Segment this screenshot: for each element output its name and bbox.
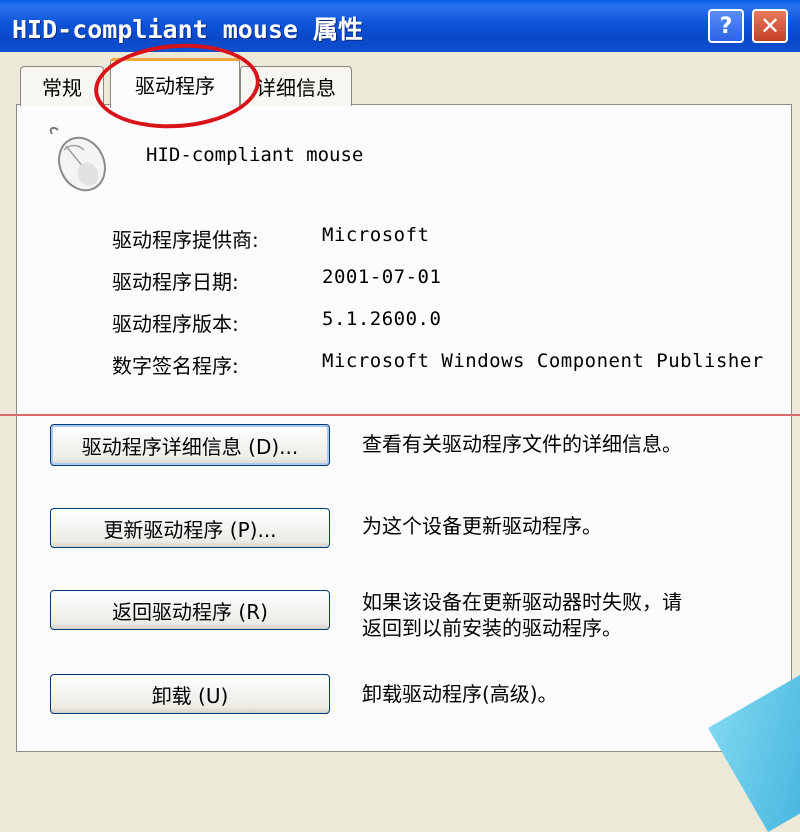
uninstall-button[interactable]: 卸载 (U): [50, 674, 330, 714]
help-button[interactable]: ?: [708, 9, 744, 43]
window-title: HID-compliant mouse 属性: [12, 15, 364, 44]
divider: [0, 414, 800, 416]
update-driver-button[interactable]: 更新驱动程序 (P)...: [50, 508, 330, 548]
device-name: HID-compliant mouse: [146, 144, 364, 166]
provider-value: Microsoft: [322, 224, 430, 246]
provider-label: 驱动程序提供商:: [112, 228, 259, 252]
driver-details-button[interactable]: 驱动程序详细信息 (D)...: [50, 424, 330, 466]
rollback-driver-description-line2: 返回到以前安装的驱动程序。: [362, 616, 622, 640]
signer-label: 数字签名程序:: [112, 354, 239, 378]
title-bar[interactable]: HID-compliant mouse 属性 ? ✕: [0, 0, 800, 52]
driver-details-description: 查看有关驱动程序文件的详细信息。: [362, 432, 682, 456]
signer-value: Microsoft Windows Component Publisher: [322, 350, 764, 372]
date-value: 2001-07-01: [322, 266, 442, 288]
rollback-driver-button[interactable]: 返回驱动程序 (R): [50, 590, 330, 630]
uninstall-description: 卸载驱动程序(高级)。: [362, 682, 558, 706]
tab-general[interactable]: 常规: [20, 66, 104, 106]
date-label: 驱动程序日期:: [112, 270, 239, 294]
version-label: 驱动程序版本:: [112, 312, 239, 336]
version-value: 5.1.2600.0: [322, 308, 442, 330]
close-button[interactable]: ✕: [752, 9, 788, 43]
update-driver-description: 为这个设备更新驱动程序。: [362, 514, 602, 538]
mouse-icon: [49, 126, 106, 192]
rollback-driver-description-line1: 如果该设备在更新驱动器时失败，请: [362, 590, 682, 614]
